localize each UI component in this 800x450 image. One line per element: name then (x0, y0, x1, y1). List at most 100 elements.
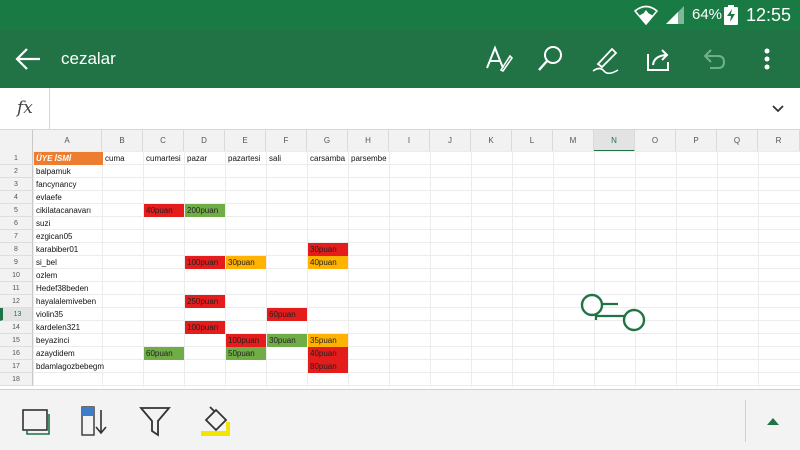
member-name-cell[interactable]: Hedef38beden (34, 282, 89, 295)
column-header-M[interactable]: M (553, 130, 594, 152)
penalty-cell[interactable]: 60puan (267, 308, 307, 321)
header-cell-day[interactable]: parsembe (349, 152, 387, 165)
penalty-cell[interactable]: 30puan (308, 243, 348, 256)
penalty-cell[interactable]: 30puan (267, 334, 307, 347)
row-header-7[interactable]: 7 (0, 230, 33, 243)
member-name-cell[interactable]: bdamlagozbebegm (34, 360, 104, 373)
column-header-F[interactable]: F (266, 130, 307, 152)
row-header-11[interactable]: 11 (0, 282, 33, 295)
filter-icon[interactable] (138, 404, 172, 438)
row-header-14[interactable]: 14 (0, 321, 33, 334)
sort-icon[interactable] (78, 404, 112, 438)
pen-draw-icon[interactable] (590, 44, 620, 74)
gridline-horizontal (33, 190, 800, 191)
member-name-cell[interactable]: ozlem (34, 269, 57, 282)
column-header-D[interactable]: D (184, 130, 225, 152)
member-name-cell[interactable]: karabiber01 (34, 243, 78, 256)
column-header-O[interactable]: O (635, 130, 676, 152)
column-header-P[interactable]: P (676, 130, 717, 152)
row-header-15[interactable]: 15 (0, 334, 33, 347)
row-header-1[interactable]: 1 (0, 152, 33, 165)
penalty-cell[interactable]: 80puan (308, 360, 348, 373)
back-arrow-icon[interactable] (14, 46, 42, 72)
row-header-5[interactable]: 5 (0, 204, 33, 217)
column-header-E[interactable]: E (225, 130, 266, 152)
member-name-cell[interactable]: cikilatacanavarı (34, 204, 91, 217)
header-cell-day[interactable]: sali (267, 152, 281, 165)
selection-handles[interactable] (578, 292, 650, 334)
penalty-cell[interactable]: 100puan (185, 256, 225, 269)
column-header-N[interactable]: N (594, 130, 635, 152)
member-name-cell[interactable]: kardelen321 (34, 321, 80, 334)
column-header-L[interactable]: L (512, 130, 553, 152)
row-header-6[interactable]: 6 (0, 217, 33, 230)
gridline-horizontal (33, 268, 800, 269)
member-name-cell[interactable]: suzi (34, 217, 50, 230)
penalty-cell[interactable]: 40puan (144, 204, 184, 217)
undo-icon[interactable] (698, 44, 728, 74)
row-header-9[interactable]: 9 (0, 256, 33, 269)
select-sheet-icon[interactable] (19, 404, 53, 438)
member-name-cell[interactable]: violin35 (34, 308, 63, 321)
battery-charging-icon (724, 5, 738, 25)
penalty-cell[interactable]: 50puan (226, 347, 266, 360)
row-header-17[interactable]: 17 (0, 360, 33, 373)
member-name-cell[interactable]: hayalalemiveben (34, 295, 96, 308)
row-header-12[interactable]: 12 (0, 295, 33, 308)
penalty-cell[interactable]: 35puan (308, 334, 348, 347)
penalty-cell[interactable]: 40puan (308, 347, 348, 360)
clock-time: 12:55 (746, 5, 792, 25)
penalty-cell[interactable]: 100puan (226, 334, 266, 347)
chevron-down-icon[interactable] (770, 102, 786, 116)
row-header-16[interactable]: 16 (0, 347, 33, 360)
more-vert-icon[interactable] (752, 44, 782, 74)
column-header-B[interactable]: B (102, 130, 143, 152)
member-name-cell[interactable]: fancynancy (34, 178, 76, 191)
spreadsheet-grid[interactable]: ABCDEFGHIJKLMNOPQR 1 2 3 4 5 6 7 8 9 10 11 12 13 14 15… (0, 130, 800, 387)
column-header-C[interactable]: C (143, 130, 184, 152)
penalty-cell[interactable]: 40puan (308, 256, 348, 269)
member-name-cell[interactable]: si_bel (34, 256, 57, 269)
column-header-I[interactable]: I (389, 130, 430, 152)
column-header-K[interactable]: K (471, 130, 512, 152)
fx-button[interactable]: fx (0, 88, 50, 130)
row-header-13[interactable]: 13 (0, 308, 33, 321)
member-name-cell[interactable]: beyazinci (34, 334, 69, 347)
header-cell-day[interactable]: cuma (103, 152, 125, 165)
penalty-cell[interactable]: 100puan (185, 321, 225, 334)
penalty-cell[interactable]: 60puan (144, 347, 184, 360)
gridline-horizontal (33, 229, 800, 230)
expand-up-icon[interactable] (766, 416, 780, 426)
header-cell-uye-ismi[interactable]: ÜYE İSMİ (34, 152, 103, 165)
column-header-A[interactable]: A (33, 130, 102, 152)
header-cell-day[interactable]: carsamba (308, 152, 345, 165)
penalty-cell[interactable]: 200puan (185, 204, 225, 217)
text-format-icon[interactable] (484, 44, 514, 74)
select-all-corner[interactable] (0, 130, 33, 152)
header-cell-day[interactable]: pazartesi (226, 152, 260, 165)
fill-color-icon[interactable] (198, 404, 232, 438)
search-icon[interactable] (536, 44, 566, 74)
row-header-18[interactable]: 18 (0, 373, 33, 386)
member-name-cell[interactable]: evlaefe (34, 191, 62, 204)
row-header-3[interactable]: 3 (0, 178, 33, 191)
penalty-cell[interactable]: 30puan (226, 256, 266, 269)
row-header-8[interactable]: 8 (0, 243, 33, 256)
column-header-J[interactable]: J (430, 130, 471, 152)
member-name-cell[interactable]: balpamuk (34, 165, 71, 178)
row-header-10[interactable]: 10 (0, 269, 33, 282)
header-cell-day[interactable]: pazar (185, 152, 207, 165)
row-header-2[interactable]: 2 (0, 165, 33, 178)
column-header-Q[interactable]: Q (717, 130, 758, 152)
formula-input[interactable] (51, 88, 751, 130)
column-header-H[interactable]: H (348, 130, 389, 152)
share-icon[interactable] (644, 44, 674, 74)
column-header-R[interactable]: R (758, 130, 800, 152)
gridline-vertical (348, 152, 349, 387)
member-name-cell[interactable]: azaydidem (34, 347, 75, 360)
column-header-G[interactable]: G (307, 130, 348, 152)
penalty-cell[interactable]: 250puan (185, 295, 225, 308)
row-header-4[interactable]: 4 (0, 191, 33, 204)
member-name-cell[interactable]: ezgican05 (34, 230, 72, 243)
header-cell-day[interactable]: cumartesi (144, 152, 181, 165)
